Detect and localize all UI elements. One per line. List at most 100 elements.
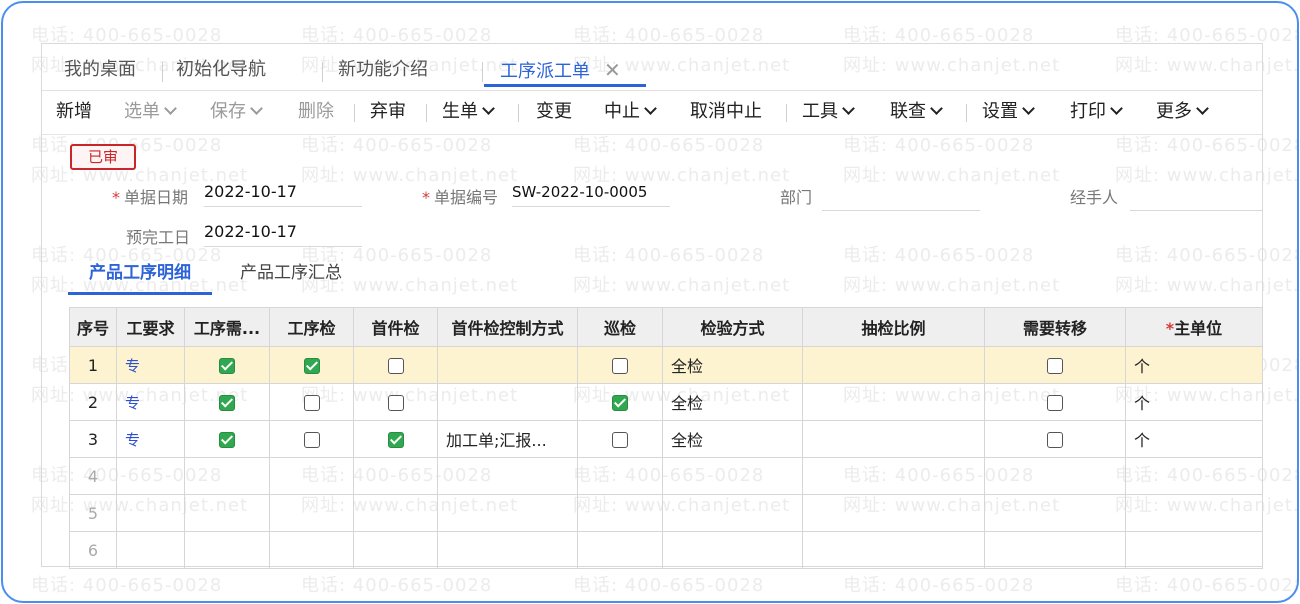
- more-button[interactable]: 更多: [1156, 90, 1209, 134]
- table-row-empty[interactable]: 6: [69, 531, 1263, 569]
- checkbox-unchecked[interactable]: [1047, 395, 1063, 411]
- checkbox-checked[interactable]: [303, 358, 320, 374]
- row-main-unit[interactable]: 个: [1125, 383, 1263, 421]
- row-first-check[interactable]: [353, 346, 438, 384]
- tools-button[interactable]: 工具: [802, 90, 855, 134]
- col-header-requirement[interactable]: 工要求: [116, 307, 185, 347]
- row-inspection-method[interactable]: 全检: [662, 383, 803, 421]
- row-first-check[interactable]: [353, 420, 438, 458]
- row-first-check-control[interactable]: [437, 346, 578, 384]
- date-field[interactable]: 2022-10-17: [204, 180, 362, 207]
- change-button[interactable]: 变更: [536, 90, 572, 134]
- row-process-check[interactable]: [269, 346, 354, 384]
- row-sampling-ratio[interactable]: [802, 383, 985, 421]
- empty-cell[interactable]: [353, 494, 438, 532]
- requirement-link[interactable]: 专: [125, 394, 140, 412]
- col-header-patrol-check[interactable]: 巡检: [577, 307, 663, 347]
- checkbox-unchecked[interactable]: [612, 432, 628, 448]
- empty-cell[interactable]: [1125, 531, 1263, 569]
- row-main-unit[interactable]: 个: [1125, 346, 1263, 384]
- empty-cell[interactable]: [269, 531, 354, 569]
- dept-field[interactable]: [822, 184, 980, 211]
- col-header-seq[interactable]: 序号: [69, 307, 117, 347]
- checkbox-unchecked[interactable]: [612, 358, 628, 374]
- col-header-process-check[interactable]: 工序检: [269, 307, 354, 347]
- suspend-button[interactable]: 中止: [604, 90, 657, 134]
- abandon-audit-button[interactable]: 弃审: [370, 90, 406, 134]
- select-button[interactable]: 选单: [124, 90, 177, 134]
- row-process-check[interactable]: [269, 383, 354, 421]
- col-header-first-check-control[interactable]: 首件检控制方式: [437, 307, 578, 347]
- col-header-need-transfer[interactable]: 需要转移: [984, 307, 1126, 347]
- empty-cell[interactable]: [577, 531, 663, 569]
- requirement-link[interactable]: 专: [125, 431, 140, 449]
- row-inspection-method[interactable]: 全检: [662, 346, 803, 384]
- row-main-unit[interactable]: 个: [1125, 420, 1263, 458]
- empty-cell[interactable]: [184, 494, 270, 532]
- tab-init-nav[interactable]: 初始化导航: [176, 44, 266, 90]
- row-first-check[interactable]: [353, 383, 438, 421]
- delete-button[interactable]: 删除: [298, 90, 334, 134]
- print-button[interactable]: 打印: [1070, 90, 1123, 134]
- row-patrol-check[interactable]: [577, 383, 663, 421]
- row-patrol-check[interactable]: [577, 346, 663, 384]
- tab-product-process-detail[interactable]: 产品工序明细: [68, 258, 212, 295]
- row-requirement[interactable]: 专: [116, 346, 185, 384]
- code-field[interactable]: SW-2022-10-0005: [512, 180, 670, 207]
- row-requirement[interactable]: 专: [116, 383, 185, 421]
- empty-cell[interactable]: [184, 457, 270, 495]
- empty-cell[interactable]: [984, 531, 1126, 569]
- empty-cell[interactable]: [437, 531, 578, 569]
- empty-cell[interactable]: [662, 531, 803, 569]
- tab-process-dispatch[interactable]: 工序派工单 ✕: [484, 44, 646, 87]
- row-process-need[interactable]: [184, 420, 270, 458]
- checkbox-checked[interactable]: [219, 358, 235, 374]
- tab-my-desktop[interactable]: 我的桌面: [64, 44, 136, 90]
- row-need-transfer[interactable]: [984, 346, 1126, 384]
- empty-cell[interactable]: [353, 457, 438, 495]
- checkbox-checked[interactable]: [219, 395, 235, 411]
- empty-cell[interactable]: [353, 531, 438, 569]
- requirement-link[interactable]: 专: [125, 357, 140, 375]
- row-need-transfer[interactable]: [984, 383, 1126, 421]
- row-first-check-control[interactable]: [437, 383, 578, 421]
- empty-cell[interactable]: [802, 531, 985, 569]
- table-row-empty[interactable]: 5: [69, 494, 1263, 532]
- empty-cell[interactable]: [269, 457, 354, 495]
- empty-cell[interactable]: [802, 494, 985, 532]
- empty-cell[interactable]: [269, 494, 354, 532]
- checkbox-unchecked[interactable]: [303, 432, 320, 448]
- table-row[interactable]: 1 专 全检 个: [69, 346, 1263, 384]
- empty-cell[interactable]: [116, 494, 185, 532]
- empty-cell[interactable]: [437, 457, 578, 495]
- row-sampling-ratio[interactable]: [802, 346, 985, 384]
- empty-cell[interactable]: [984, 494, 1126, 532]
- col-header-sampling-ratio[interactable]: 抽检比例: [802, 307, 985, 347]
- add-button[interactable]: 新增: [56, 90, 92, 134]
- row-requirement[interactable]: 专: [116, 420, 185, 458]
- table-row-empty[interactable]: 4: [69, 457, 1263, 495]
- checkbox-unchecked[interactable]: [303, 395, 320, 411]
- checkbox-checked[interactable]: [612, 395, 628, 411]
- save-button[interactable]: 保存: [210, 90, 263, 134]
- empty-cell[interactable]: [1125, 494, 1263, 532]
- table-row[interactable]: 3 专 加工单;汇报... 全检 个: [69, 420, 1263, 458]
- row-process-need[interactable]: [184, 383, 270, 421]
- query-button[interactable]: 联查: [890, 90, 943, 134]
- col-header-main-unit[interactable]: *主单位: [1125, 307, 1263, 347]
- empty-cell[interactable]: [577, 494, 663, 532]
- handler-field[interactable]: [1130, 184, 1262, 211]
- tab-new-features[interactable]: 新功能介绍: [338, 44, 428, 90]
- empty-cell[interactable]: [184, 531, 270, 569]
- row-patrol-check[interactable]: [577, 420, 663, 458]
- col-header-inspection-method[interactable]: 检验方式: [662, 307, 803, 347]
- checkbox-checked[interactable]: [387, 432, 404, 448]
- col-header-first-check[interactable]: 首件检: [353, 307, 438, 347]
- empty-cell[interactable]: [984, 457, 1126, 495]
- checkbox-checked[interactable]: [219, 432, 235, 448]
- checkbox-unchecked[interactable]: [1047, 358, 1063, 374]
- cancel-suspend-button[interactable]: 取消中止: [690, 90, 762, 134]
- row-need-transfer[interactable]: [984, 420, 1126, 458]
- empty-cell[interactable]: [662, 457, 803, 495]
- empty-cell[interactable]: [662, 494, 803, 532]
